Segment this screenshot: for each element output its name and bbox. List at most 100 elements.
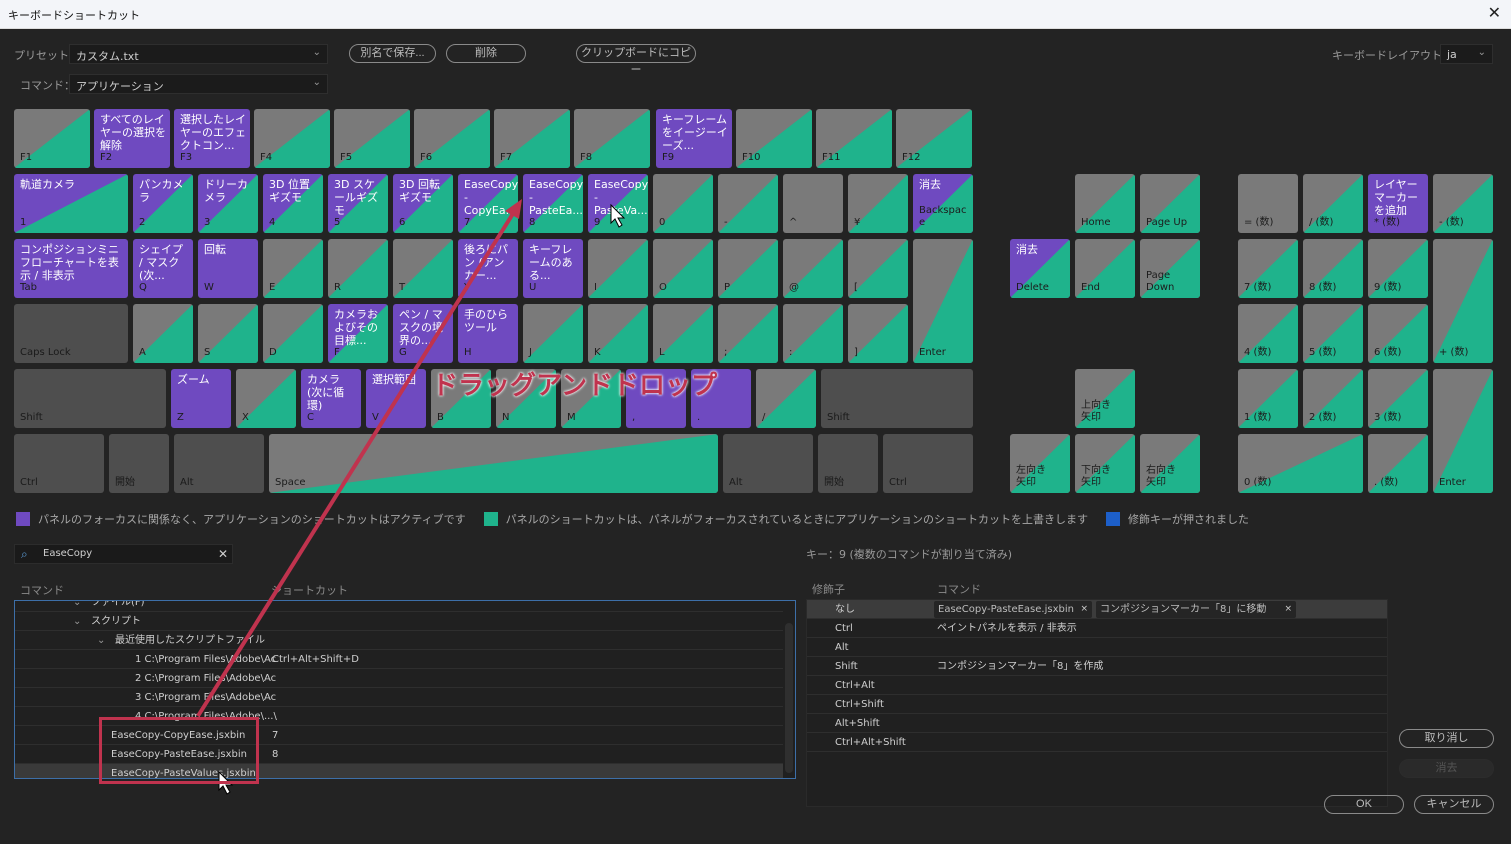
key-o[interactable]: O bbox=[653, 239, 713, 298]
tree-row[interactable]: 4 C:\Program Files\Adobe\...\ bbox=[15, 707, 783, 726]
key-r[interactable]: R bbox=[328, 239, 388, 298]
key-comma[interactable]: , bbox=[626, 369, 686, 428]
key-num2[interactable]: 2 (数) bbox=[1303, 369, 1363, 428]
key-space[interactable]: Space bbox=[269, 434, 718, 493]
key-num0[interactable]: 0 (数) bbox=[1238, 434, 1363, 493]
key-0[interactable]: 0 bbox=[653, 174, 713, 233]
ok-button[interactable]: OK bbox=[1324, 795, 1404, 814]
key-f5[interactable]: F5 bbox=[334, 109, 410, 168]
key-shiftr[interactable]: Shift bbox=[821, 369, 973, 428]
tree-row[interactable]: EaseCopy-PasteEase.jsxbin 8 bbox=[15, 745, 783, 764]
key-pageup[interactable]: Page Up bbox=[1140, 174, 1200, 233]
key-numenter[interactable]: Enter bbox=[1433, 369, 1493, 493]
key-f[interactable]: カメラおよびその目標... F bbox=[328, 304, 388, 363]
tree-row[interactable]: ⌄ ファイル(F) bbox=[15, 601, 783, 612]
key-backspace[interactable]: 消去 Backspac e bbox=[913, 174, 973, 233]
key-tab[interactable]: コンポジションミニフローチャートを表示 / 非表示 Tab bbox=[14, 239, 128, 298]
remove-chip-icon[interactable]: × bbox=[1284, 601, 1292, 618]
key-i[interactable]: I bbox=[588, 239, 648, 298]
key-w[interactable]: 回転 W bbox=[198, 239, 258, 298]
key-shiftl[interactable]: Shift bbox=[14, 369, 166, 428]
save-as-button[interactable]: 別名で保存... bbox=[349, 44, 436, 63]
tree-row-shortcut[interactable]: Ctrl+Alt+Shift+D bbox=[272, 650, 359, 669]
modifier-row[interactable]: Shift コンポジションマーカー「8」を作成 bbox=[807, 657, 1387, 676]
keyboard-layout-select[interactable]: ja ⌄ bbox=[1440, 44, 1493, 64]
key-e[interactable]: E bbox=[263, 239, 323, 298]
key-pagedown[interactable]: Page Down bbox=[1140, 239, 1200, 298]
key-num9[interactable]: 9 (数) bbox=[1368, 239, 1428, 298]
key-5[interactable]: 3D スケールギズモ 5 bbox=[328, 174, 388, 233]
key-semicolon[interactable]: ; bbox=[718, 304, 778, 363]
key-slash[interactable]: / bbox=[756, 369, 816, 428]
copy-to-clipboard-button[interactable]: クリップボードにコピー bbox=[576, 44, 696, 76]
key-9[interactable]: EaseCopy - PasteVa... 9 bbox=[588, 174, 648, 233]
key-nummul[interactable]: レイヤーマーカーを追加 * (数) bbox=[1368, 174, 1428, 233]
key-home[interactable]: Home bbox=[1075, 174, 1135, 233]
close-icon[interactable]: ✕ bbox=[1488, 3, 1501, 22]
key-z[interactable]: ズーム Z bbox=[171, 369, 231, 428]
key-numsub[interactable]: - (数) bbox=[1433, 174, 1493, 233]
key-caret[interactable]: ^ bbox=[783, 174, 843, 233]
key-f2[interactable]: すべてのレイヤーの選択を解除 F2 bbox=[94, 109, 170, 168]
key-lbracket[interactable]: [ bbox=[848, 239, 908, 298]
key-b[interactable]: B bbox=[431, 369, 491, 428]
key-f3[interactable]: 選択したレイヤーのエフェクトコン... F3 bbox=[174, 109, 250, 168]
key-end[interactable]: End bbox=[1075, 239, 1135, 298]
tree-row-shortcut[interactable]: 8 bbox=[272, 745, 278, 764]
key-7[interactable]: EaseCopy - CopyEa... 7 bbox=[458, 174, 518, 233]
tree-row[interactable]: EaseCopy-PasteValues.jsxbin bbox=[15, 764, 783, 778]
key-c[interactable]: カメラ (次に循環) C bbox=[301, 369, 361, 428]
key-num6[interactable]: 6 (数) bbox=[1368, 304, 1428, 363]
modifier-row[interactable]: Alt bbox=[807, 638, 1387, 657]
key-p[interactable]: P bbox=[718, 239, 778, 298]
tree-row[interactable]: EaseCopy-CopyEase.jsxbin 7 bbox=[15, 726, 783, 745]
tree-row[interactable]: 1 C:\Program Files\Adobe\Ac Ctrl+Alt+Shif… bbox=[15, 650, 783, 669]
key-capslock[interactable]: Caps Lock bbox=[14, 304, 128, 363]
tree-row[interactable]: ⌄ スクリプト bbox=[15, 612, 783, 631]
key-altl[interactable]: Alt bbox=[174, 434, 264, 493]
column-header-command[interactable]: コマンド bbox=[20, 582, 64, 598]
key-yen[interactable]: ¥ bbox=[848, 174, 908, 233]
tree-scrollbar[interactable] bbox=[785, 623, 793, 773]
key-right[interactable]: 右向き 矢印 bbox=[1140, 434, 1200, 493]
key-numdiv[interactable]: / (数) bbox=[1303, 174, 1363, 233]
key-m[interactable]: M bbox=[561, 369, 621, 428]
key-f4[interactable]: F4 bbox=[254, 109, 330, 168]
key-k[interactable]: K bbox=[588, 304, 648, 363]
key-3[interactable]: ドリーカメラ 3 bbox=[198, 174, 258, 233]
chevron-down-icon[interactable]: ⌄ bbox=[73, 601, 81, 612]
search-input[interactable]: ⌕ EaseCopy ✕ bbox=[14, 544, 233, 564]
key-f8[interactable]: F8 bbox=[574, 109, 650, 168]
key-a[interactable]: A bbox=[133, 304, 193, 363]
key-num3[interactable]: 3 (数) bbox=[1368, 369, 1428, 428]
tree-row[interactable]: 3 C:\Program Files\Adobe\Ac bbox=[15, 688, 783, 707]
key-u[interactable]: キーフレームのある... U bbox=[523, 239, 583, 298]
key-x[interactable]: X bbox=[236, 369, 296, 428]
command-chip[interactable]: コンポジションマーカー「8」に移動 × bbox=[1096, 601, 1296, 618]
key-q[interactable]: シェイプ / マスク (次... Q bbox=[133, 239, 193, 298]
key-left[interactable]: 左向き 矢印 bbox=[1010, 434, 1070, 493]
key-at[interactable]: @ bbox=[783, 239, 843, 298]
key-numadd[interactable]: + (数) bbox=[1433, 239, 1493, 363]
key-s[interactable]: S bbox=[198, 304, 258, 363]
key-l[interactable]: L bbox=[653, 304, 713, 363]
key-enter[interactable]: Enter bbox=[913, 239, 973, 363]
key-num7[interactable]: 7 (数) bbox=[1238, 239, 1298, 298]
modifier-row[interactable]: Ctrl ペイントパネルを表示 / 非表示 bbox=[807, 619, 1387, 638]
key-minus[interactable]: - bbox=[718, 174, 778, 233]
key-8[interactable]: EaseCopy - PasteEa... 8 bbox=[523, 174, 583, 233]
undo-button[interactable]: 取り消し bbox=[1399, 729, 1494, 748]
key-num4[interactable]: 4 (数) bbox=[1238, 304, 1298, 363]
tree-row-shortcut[interactable]: 7 bbox=[272, 726, 278, 745]
key-numdot[interactable]: . (数) bbox=[1368, 434, 1428, 493]
tree-row[interactable]: 2 C:\Program Files\Adobe\Ac bbox=[15, 669, 783, 688]
key-f12[interactable]: F12 bbox=[896, 109, 972, 168]
modifier-row[interactable]: なし EaseCopy-PasteEase.jsxbin × コンポジションマーカー「… bbox=[807, 600, 1387, 619]
preset-select[interactable]: カスタム.txt ⌄ bbox=[69, 44, 328, 64]
key-period[interactable]: . bbox=[691, 369, 751, 428]
key-num1[interactable]: 1 (数) bbox=[1238, 369, 1298, 428]
key-down[interactable]: 下向き 矢印 bbox=[1075, 434, 1135, 493]
key-colon[interactable]: : bbox=[783, 304, 843, 363]
command-chip[interactable]: EaseCopy-PasteEase.jsxbin × bbox=[934, 601, 1092, 618]
key-d[interactable]: D bbox=[263, 304, 323, 363]
